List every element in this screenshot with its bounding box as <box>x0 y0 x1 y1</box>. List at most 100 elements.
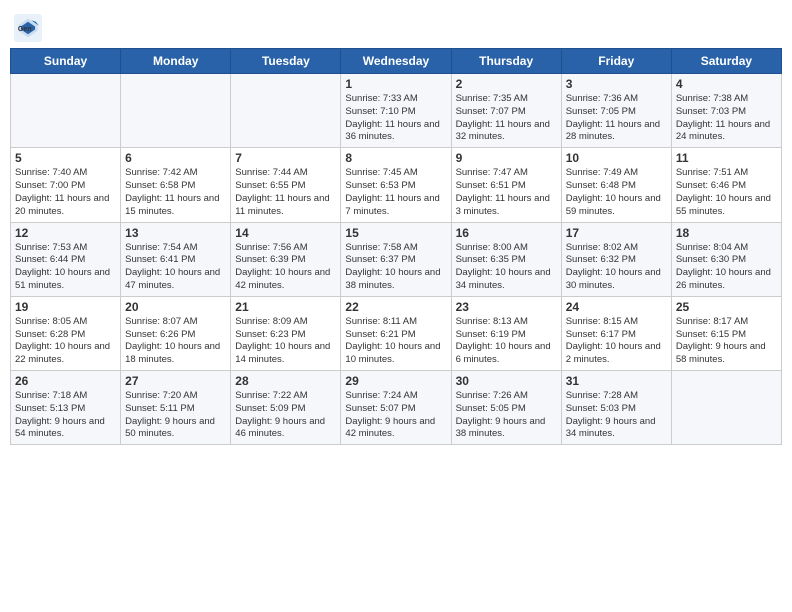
day-number: 8 <box>345 151 446 165</box>
day-number: 23 <box>456 300 557 314</box>
calendar-day: 30 Sunrise: 7:26 AM Sunset: 5:05 PM Dayli… <box>451 371 561 445</box>
weekday-header: Thursday <box>451 49 561 74</box>
day-info: Sunrise: 7:49 AM Sunset: 6:48 PM Dayligh… <box>566 167 667 218</box>
weekday-header: Sunday <box>11 49 121 74</box>
calendar-day: 8 Sunrise: 7:45 AM Sunset: 6:53 PM Daylig… <box>341 148 451 222</box>
svg-text:Gen: Gen <box>18 26 32 33</box>
page-header: Gen <box>10 10 782 42</box>
day-number: 5 <box>15 151 116 165</box>
day-info: Sunrise: 7:58 AM Sunset: 6:37 PM Dayligh… <box>345 242 446 293</box>
day-number: 21 <box>235 300 336 314</box>
calendar-day: 19 Sunrise: 8:05 AM Sunset: 6:28 PM Dayli… <box>11 296 121 370</box>
day-info: Sunrise: 8:05 AM Sunset: 6:28 PM Dayligh… <box>15 316 116 367</box>
day-number: 12 <box>15 226 116 240</box>
day-number: 27 <box>125 374 226 388</box>
day-number: 17 <box>566 226 667 240</box>
calendar-day: 27 Sunrise: 7:20 AM Sunset: 5:11 PM Dayli… <box>121 371 231 445</box>
calendar-day: 25 Sunrise: 8:17 AM Sunset: 6:15 PM Dayli… <box>671 296 781 370</box>
calendar-day: 5 Sunrise: 7:40 AM Sunset: 7:00 PM Daylig… <box>11 148 121 222</box>
weekday-header: Saturday <box>671 49 781 74</box>
weekday-header-row: SundayMondayTuesdayWednesdayThursdayFrid… <box>11 49 782 74</box>
weekday-header: Monday <box>121 49 231 74</box>
day-number: 24 <box>566 300 667 314</box>
day-info: Sunrise: 7:20 AM Sunset: 5:11 PM Dayligh… <box>125 390 226 441</box>
weekday-header: Tuesday <box>231 49 341 74</box>
weekday-header: Wednesday <box>341 49 451 74</box>
calendar-week-row: 12 Sunrise: 7:53 AM Sunset: 6:44 PM Dayli… <box>11 222 782 296</box>
day-number: 30 <box>456 374 557 388</box>
calendar-day <box>11 74 121 148</box>
day-info: Sunrise: 7:42 AM Sunset: 6:58 PM Dayligh… <box>125 167 226 218</box>
day-info: Sunrise: 7:40 AM Sunset: 7:00 PM Dayligh… <box>15 167 116 218</box>
calendar-day: 15 Sunrise: 7:58 AM Sunset: 6:37 PM Dayli… <box>341 222 451 296</box>
calendar-day: 14 Sunrise: 7:56 AM Sunset: 6:39 PM Dayli… <box>231 222 341 296</box>
calendar-day: 7 Sunrise: 7:44 AM Sunset: 6:55 PM Daylig… <box>231 148 341 222</box>
day-number: 1 <box>345 77 446 91</box>
calendar-day: 22 Sunrise: 8:11 AM Sunset: 6:21 PM Dayli… <box>341 296 451 370</box>
logo: Gen <box>14 14 46 42</box>
calendar-day: 13 Sunrise: 7:54 AM Sunset: 6:41 PM Dayli… <box>121 222 231 296</box>
day-info: Sunrise: 7:47 AM Sunset: 6:51 PM Dayligh… <box>456 167 557 218</box>
day-info: Sunrise: 7:33 AM Sunset: 7:10 PM Dayligh… <box>345 93 446 144</box>
day-info: Sunrise: 7:28 AM Sunset: 5:03 PM Dayligh… <box>566 390 667 441</box>
day-number: 15 <box>345 226 446 240</box>
day-info: Sunrise: 7:53 AM Sunset: 6:44 PM Dayligh… <box>15 242 116 293</box>
calendar-day: 1 Sunrise: 7:33 AM Sunset: 7:10 PM Daylig… <box>341 74 451 148</box>
calendar-day <box>671 371 781 445</box>
calendar-day: 28 Sunrise: 7:22 AM Sunset: 5:09 PM Dayli… <box>231 371 341 445</box>
day-info: Sunrise: 7:26 AM Sunset: 5:05 PM Dayligh… <box>456 390 557 441</box>
calendar-day: 9Sunrise: 7:47 AM Sunset: 6:51 PM Daylig… <box>451 148 561 222</box>
calendar-day: 26Sunrise: 7:18 AM Sunset: 5:13 PM Dayli… <box>11 371 121 445</box>
day-number: 4 <box>676 77 777 91</box>
day-number: 7 <box>235 151 336 165</box>
day-number: 25 <box>676 300 777 314</box>
day-number: 22 <box>345 300 446 314</box>
weekday-header: Friday <box>561 49 671 74</box>
day-info: Sunrise: 7:45 AM Sunset: 6:53 PM Dayligh… <box>345 167 446 218</box>
calendar-day <box>121 74 231 148</box>
day-number: 13 <box>125 226 226 240</box>
day-info: Sunrise: 7:35 AM Sunset: 7:07 PM Dayligh… <box>456 93 557 144</box>
calendar-day: 3 Sunrise: 7:36 AM Sunset: 7:05 PM Daylig… <box>561 74 671 148</box>
calendar-day: 20Sunrise: 8:07 AM Sunset: 6:26 PM Dayli… <box>121 296 231 370</box>
day-info: Sunrise: 8:17 AM Sunset: 6:15 PM Dayligh… <box>676 316 777 367</box>
day-info: Sunrise: 7:54 AM Sunset: 6:41 PM Dayligh… <box>125 242 226 293</box>
calendar-day: 29 Sunrise: 7:24 AM Sunset: 5:07 PM Dayli… <box>341 371 451 445</box>
calendar-day: 10 Sunrise: 7:49 AM Sunset: 6:48 PM Dayli… <box>561 148 671 222</box>
calendar-day: 2 Sunrise: 7:35 AM Sunset: 7:07 PM Daylig… <box>451 74 561 148</box>
day-number: 31 <box>566 374 667 388</box>
day-info: Sunrise: 8:13 AM Sunset: 6:19 PM Dayligh… <box>456 316 557 367</box>
day-info: Sunrise: 8:02 AM Sunset: 6:32 PM Dayligh… <box>566 242 667 293</box>
calendar-week-row: 1 Sunrise: 7:33 AM Sunset: 7:10 PM Daylig… <box>11 74 782 148</box>
calendar-week-row: 26Sunrise: 7:18 AM Sunset: 5:13 PM Dayli… <box>11 371 782 445</box>
day-number: 26 <box>15 374 116 388</box>
day-info: Sunrise: 7:44 AM Sunset: 6:55 PM Dayligh… <box>235 167 336 218</box>
day-number: 18 <box>676 226 777 240</box>
day-info: Sunrise: 8:09 AM Sunset: 6:23 PM Dayligh… <box>235 316 336 367</box>
day-info: Sunrise: 7:51 AM Sunset: 6:46 PM Dayligh… <box>676 167 777 218</box>
calendar-week-row: 5 Sunrise: 7:40 AM Sunset: 7:00 PM Daylig… <box>11 148 782 222</box>
day-number: 11 <box>676 151 777 165</box>
day-number: 2 <box>456 77 557 91</box>
day-number: 16 <box>456 226 557 240</box>
day-number: 28 <box>235 374 336 388</box>
day-info: Sunrise: 8:11 AM Sunset: 6:21 PM Dayligh… <box>345 316 446 367</box>
calendar-table: SundayMondayTuesdayWednesdayThursdayFrid… <box>10 48 782 445</box>
day-number: 19 <box>15 300 116 314</box>
day-info: Sunrise: 7:22 AM Sunset: 5:09 PM Dayligh… <box>235 390 336 441</box>
day-number: 3 <box>566 77 667 91</box>
calendar-day <box>231 74 341 148</box>
day-info: Sunrise: 7:56 AM Sunset: 6:39 PM Dayligh… <box>235 242 336 293</box>
calendar-day: 4 Sunrise: 7:38 AM Sunset: 7:03 PM Daylig… <box>671 74 781 148</box>
calendar-day: 17 Sunrise: 8:02 AM Sunset: 6:32 PM Dayli… <box>561 222 671 296</box>
calendar-week-row: 19 Sunrise: 8:05 AM Sunset: 6:28 PM Dayli… <box>11 296 782 370</box>
day-number: 10 <box>566 151 667 165</box>
day-number: 14 <box>235 226 336 240</box>
day-number: 29 <box>345 374 446 388</box>
day-info: Sunrise: 7:36 AM Sunset: 7:05 PM Dayligh… <box>566 93 667 144</box>
day-info: Sunrise: 7:38 AM Sunset: 7:03 PM Dayligh… <box>676 93 777 144</box>
day-info: Sunrise: 7:24 AM Sunset: 5:07 PM Dayligh… <box>345 390 446 441</box>
calendar-day: 24Sunrise: 8:15 AM Sunset: 6:17 PM Dayli… <box>561 296 671 370</box>
calendar-day: 21 Sunrise: 8:09 AM Sunset: 6:23 PM Dayli… <box>231 296 341 370</box>
day-info: Sunrise: 8:00 AM Sunset: 6:35 PM Dayligh… <box>456 242 557 293</box>
